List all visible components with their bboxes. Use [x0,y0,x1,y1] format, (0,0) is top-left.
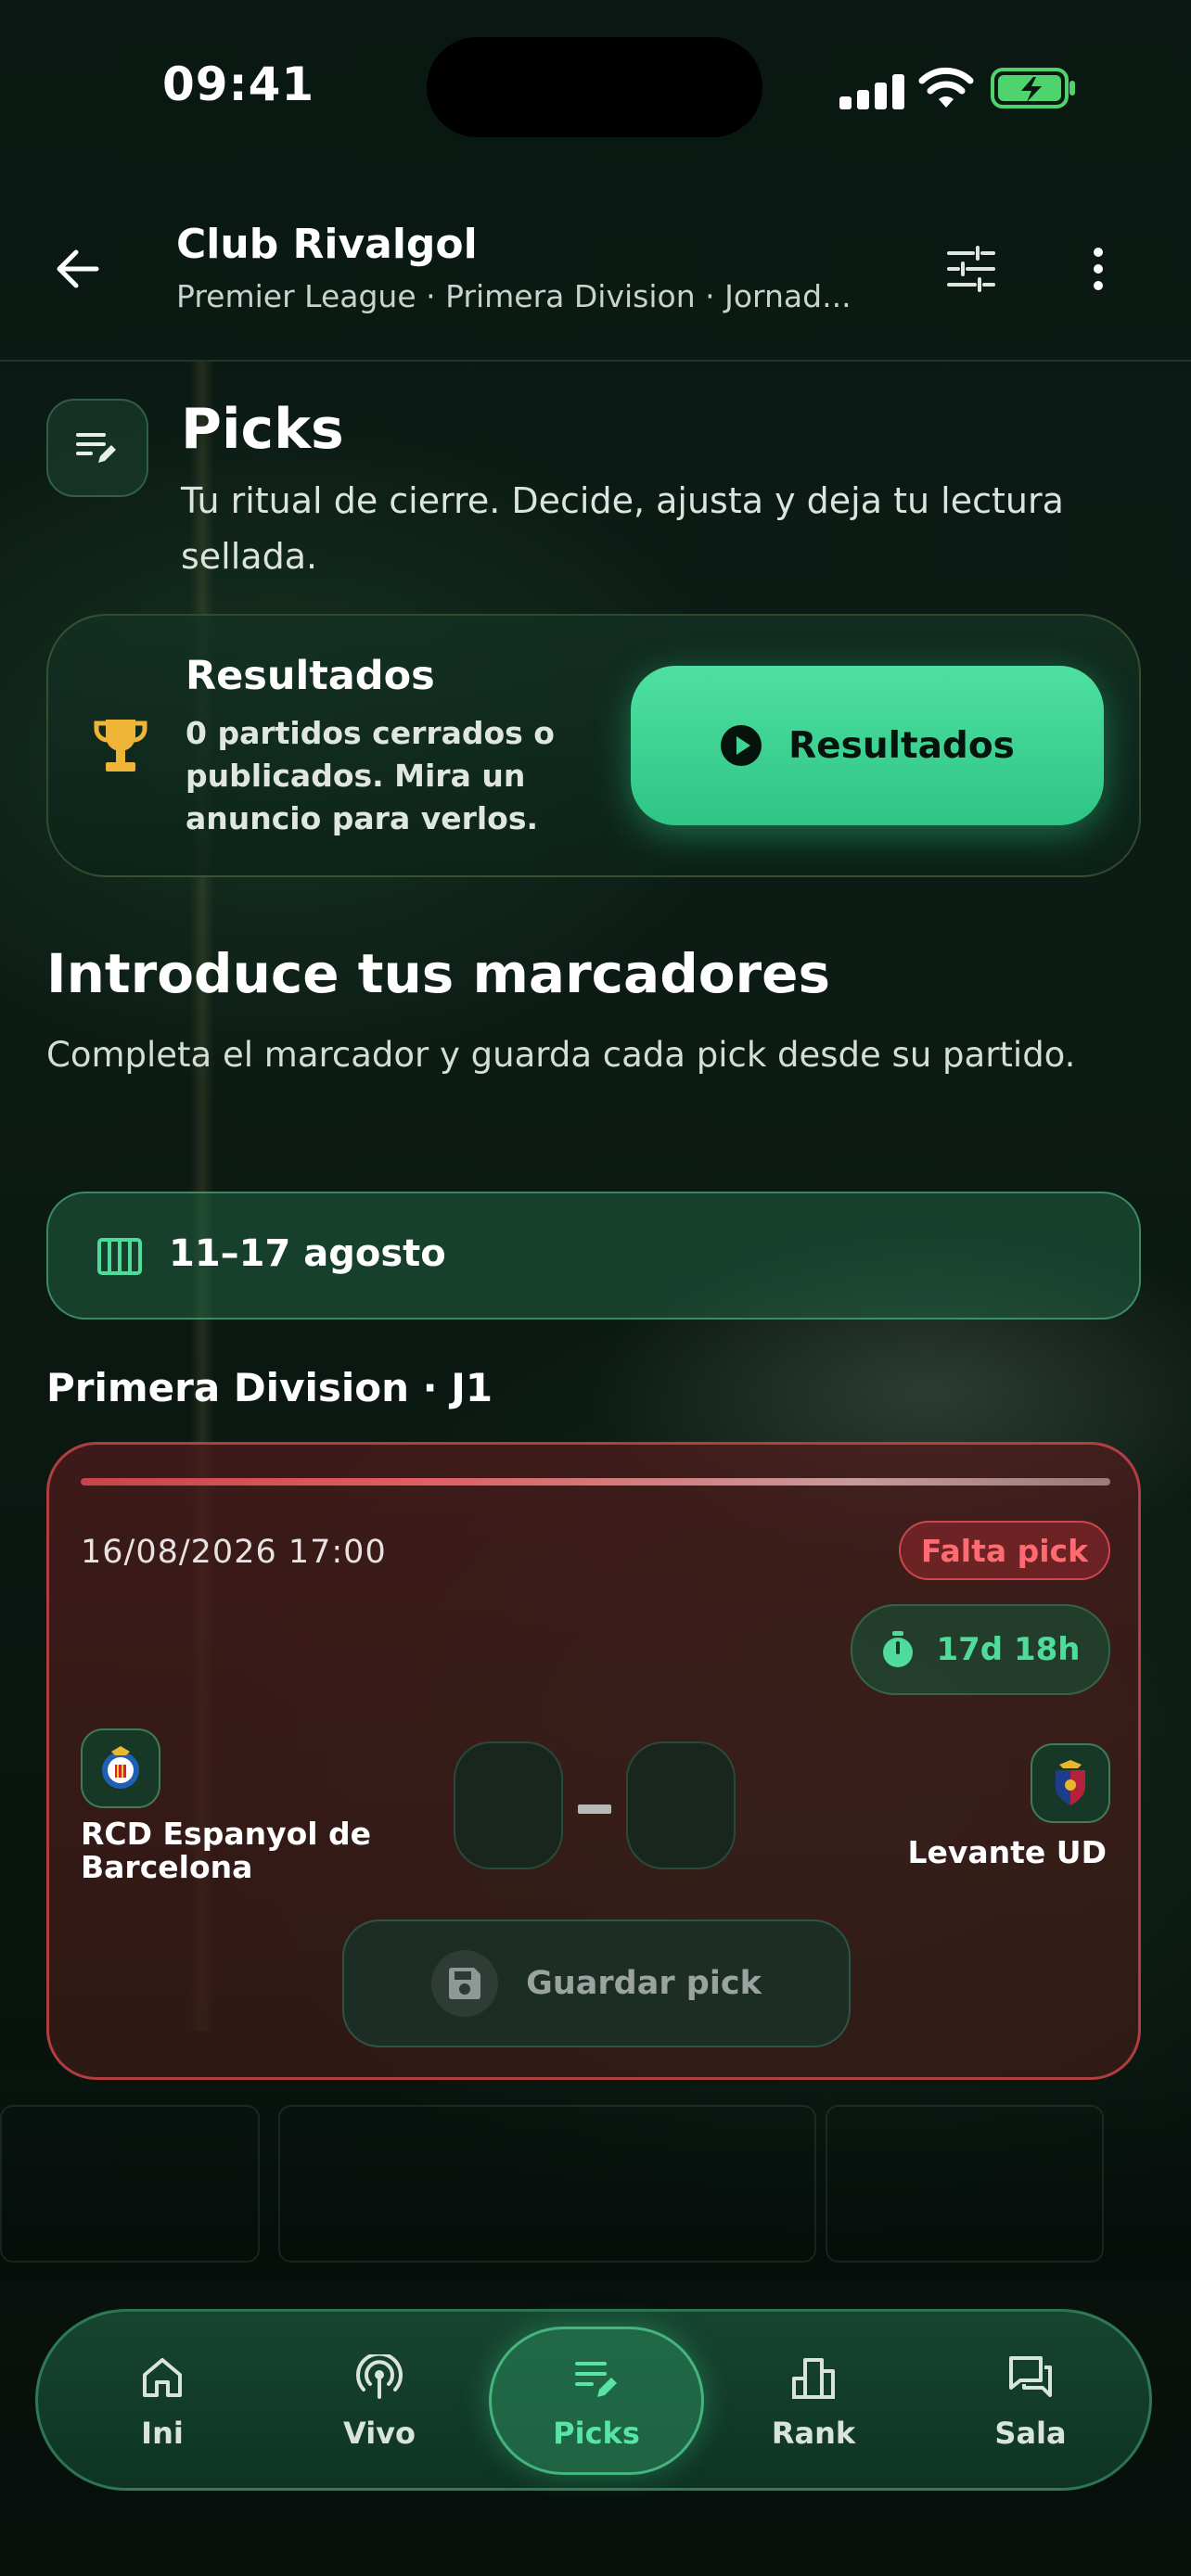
home-team-crest [81,1728,160,1808]
app-header: Club Rivalgol Premier League · Primera D… [0,185,1191,362]
nav-item-picks[interactable]: Picks [504,2312,689,2493]
sliders-icon [947,246,995,292]
section-title: Introduce tus marcadores [46,942,831,1005]
status-badge: Falta pick [899,1521,1110,1580]
picks-icon [575,2362,617,2397]
edit-list-icon [76,433,116,463]
nav-label-picks: Picks [553,2416,640,2451]
signal-icon [839,72,904,109]
stopwatch-icon [883,1631,914,1667]
results-description: 0 partidos cerrados o publicados. Mira u… [186,715,555,836]
levante-crest-icon [1056,1760,1085,1805]
live-icon [356,2354,403,2399]
header-title: Club Rivalgol [176,221,478,268]
save-pick-button[interactable]: Guardar pick [342,1919,851,2047]
home-icon [143,2358,182,2397]
away-team-crest [1031,1743,1110,1823]
league-round-label: Primera Division · J1 [46,1365,493,1410]
nav-label-ini: Ini [141,2416,184,2451]
play-circle-icon [721,725,762,766]
battery-icon [991,68,1075,108]
match-card: 16/08/2026 17:00 Falta pick 17d 18h RCD … [46,1442,1141,2080]
floppy-disk-icon [449,1968,481,1999]
away-team-name: Levante UD [907,1834,1107,1870]
nav-label-sala: Sala [994,2416,1067,2451]
match-datetime: 16/08/2026 17:00 [81,1534,387,1571]
nav-label-vivo: Vivo [342,2416,416,2451]
results-card: Resultados 0 partidos cerrados o publica… [46,614,1141,877]
filter-button[interactable] [941,239,1001,299]
away-score-input[interactable] [626,1741,736,1869]
results-title: Resultados [186,653,435,699]
countdown-pill: 17d 18h [851,1604,1110,1695]
section-description: Completa el marcador y guarda cada pick … [46,1035,1076,1075]
watch-results-label: Resultados [788,724,1015,767]
page-title: Picks [181,397,344,462]
status-time: 09:41 [162,57,315,111]
save-pick-label: Guardar pick [526,1965,762,2002]
espanyol-crest-icon [102,1746,139,1789]
bottom-nav: Ini Vivo Picks Rank Sala [35,2309,1152,2491]
nav-item-rank[interactable]: Rank [721,2312,906,2493]
home-score-input[interactable] [454,1741,563,1869]
week-label: 11–17 agosto [169,1232,446,1275]
back-button[interactable] [48,239,108,299]
arrow-left-icon [57,249,99,288]
wifi-icon [918,67,974,108]
trophy-icon [94,720,147,772]
dynamic-island [427,37,762,137]
score-separator [578,1804,611,1814]
picks-section-icon [46,399,148,497]
chat-icon [1009,2356,1052,2397]
nav-item-sala[interactable]: Sala [938,2312,1123,2493]
home-team-name: RCD Espanyol de Barcelona [81,1816,372,1885]
match-accent-line [81,1478,1110,1486]
nav-label-rank: Rank [771,2416,856,2451]
background-field [0,2068,1191,2281]
nav-item-ini[interactable]: Ini [70,2312,255,2493]
watch-results-button[interactable]: Resultados [631,666,1104,825]
calendar-week-icon [97,1238,142,1275]
more-vertical-icon [1094,248,1103,290]
rank-icon [792,2358,835,2399]
more-options-button[interactable] [1069,239,1128,299]
save-icon-wrap [431,1950,499,2017]
nav-item-vivo[interactable]: Vivo [287,2312,472,2493]
header-subtitle: Premier League · Primera Division · Jorn… [176,278,852,314]
page-description: Tu ritual de cierre. Decide, ajusta y de… [181,480,1064,577]
countdown-text: 17d 18h [936,1631,1081,1668]
week-selector[interactable]: 11–17 agosto [46,1192,1141,1320]
